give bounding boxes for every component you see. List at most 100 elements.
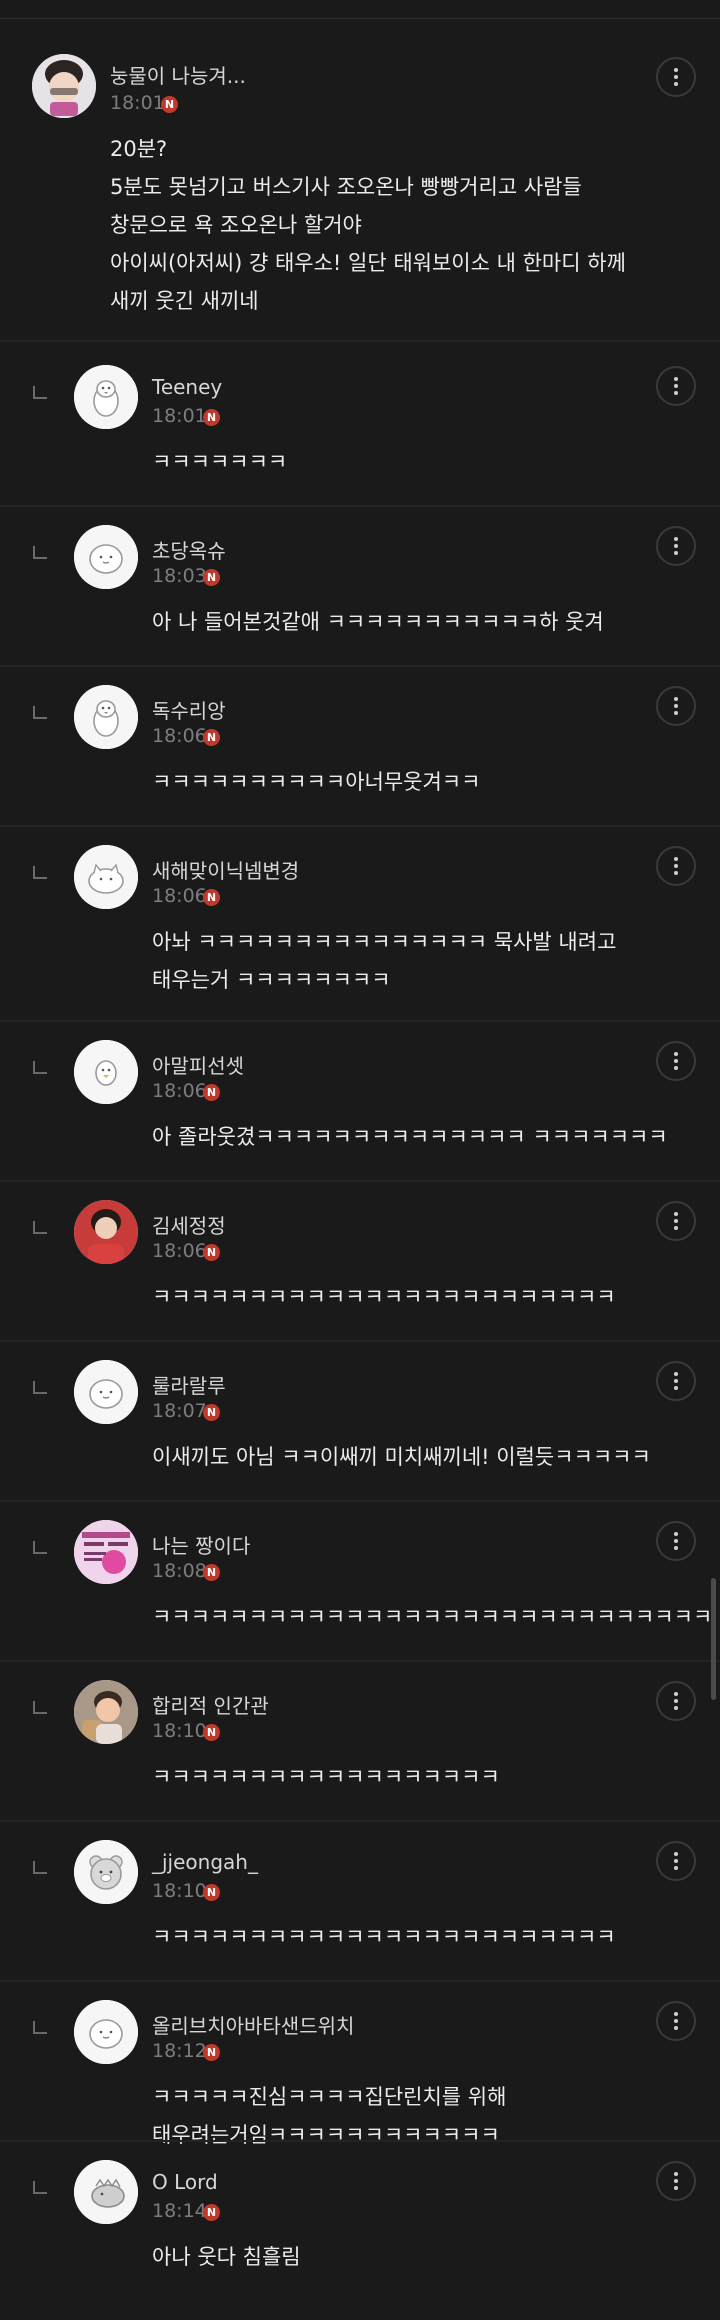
more-options-button[interactable] <box>656 686 696 726</box>
new-badge: N <box>203 569 220 586</box>
comment-line: 5분도 못넘기고 버스기사 조오온나 빵빵거리고 사람들 <box>110 175 582 199</box>
comment-body: 이새끼도 아님 ㅋㅋ이쌔끼 미치쌔끼네! 이럴듯ㅋㅋㅋㅋㅋ <box>152 1438 651 1476</box>
author-name[interactable]: 올리브치아바타샌드위치 <box>152 2010 354 2039</box>
comment-body: 아나 웃다 침흘림 <box>152 2238 301 2276</box>
new-badge: N <box>203 409 220 426</box>
avatar[interactable] <box>74 2000 138 2064</box>
comment-body: ㅋㅋㅋㅋㅋㅋㅋ <box>152 443 287 481</box>
timestamp: 18:06 <box>152 1080 207 1102</box>
author-name[interactable]: _jjeongah_ <box>152 1850 258 1874</box>
author-name[interactable]: 합리적 인간관 <box>152 1690 269 1719</box>
new-badge: N <box>203 2044 220 2061</box>
author-name[interactable]: Teeney <box>152 375 222 399</box>
more-options-button[interactable] <box>656 2001 696 2041</box>
author-name[interactable]: 아말피선셋 <box>152 1050 244 1079</box>
avatar[interactable] <box>74 365 138 429</box>
reply-arrow-icon <box>33 386 47 399</box>
author-name[interactable]: 룰라랄루 <box>152 1370 226 1399</box>
comment-line: 아 나 들어본것같애 ㅋㅋㅋㅋㅋㅋㅋㅋㅋㅋㅋ하 웃겨 <box>152 610 604 634</box>
reply-item: 새해맞이닉넴변경 18:06 N 아놔 ㅋㅋㅋㅋㅋㅋㅋㅋㅋㅋㅋㅋㅋㅋㅋ 묵사발 내려고… <box>0 825 720 1020</box>
avatar[interactable] <box>32 54 96 118</box>
comment-line: ㅋㅋㅋㅋㅋㅋㅋㅋㅋㅋㅋㅋㅋㅋㅋㅋㅋㅋㅋㅋㅋㅋㅋㅋ <box>152 1285 616 1309</box>
author-name[interactable]: 독수리앙 <box>152 695 226 724</box>
new-badge: N <box>203 729 220 746</box>
new-badge: N <box>203 2204 220 2221</box>
reply-item: 나는 짱이다 18:08 N ㅋㅋㅋㅋㅋㅋㅋㅋㅋㅋㅋㅋㅋㅋㅋㅋㅋㅋㅋㅋㅋㅋㅋㅋㅋㅋㅋㅋ… <box>0 1500 720 1660</box>
comment-line: 아이씨(아저씨) 걍 태우소! 일단 태워보이소 내 한마디 하께 <box>110 251 626 275</box>
timestamp: 18:12 <box>152 2040 207 2062</box>
comment-body: ㅋㅋㅋㅋㅋㅋㅋㅋㅋㅋ아너무웃겨ㅋㅋ <box>152 763 480 801</box>
comment-body: ㅋㅋㅋㅋㅋㅋㅋㅋㅋㅋㅋㅋㅋㅋㅋㅋㅋㅋㅋㅋㅋㅋㅋㅋ <box>152 1918 616 1956</box>
more-vertical-icon <box>674 1052 678 1070</box>
top-divider <box>0 18 720 19</box>
more-vertical-icon <box>674 1692 678 1710</box>
more-vertical-icon <box>674 377 678 395</box>
comment-line: 이새끼도 아님 ㅋㅋ이쌔끼 미치쌔끼네! 이럴듯ㅋㅋㅋㅋㅋ <box>152 1445 651 1469</box>
more-options-button[interactable] <box>656 2161 696 2201</box>
author-name[interactable]: 새해맞이닉넴변경 <box>152 855 299 884</box>
more-vertical-icon <box>674 697 678 715</box>
reply-arrow-icon <box>33 1541 47 1554</box>
author-name[interactable]: 눙물이 나능겨... <box>110 60 246 89</box>
avatar[interactable] <box>74 1840 138 1904</box>
reply-arrow-icon <box>33 2181 47 2194</box>
comment-line: ㅋㅋㅋㅋㅋㅋㅋㅋㅋㅋㅋㅋㅋㅋㅋㅋㅋㅋㅋㅋㅋㅋㅋㅋ <box>152 1925 616 1949</box>
more-options-button[interactable] <box>656 1361 696 1401</box>
reply-arrow-icon <box>33 1221 47 1234</box>
scrollbar[interactable] <box>711 1578 716 1700</box>
new-badge: N <box>203 1404 220 1421</box>
author-name[interactable]: 나는 짱이다 <box>152 1530 250 1559</box>
comment-body: ㅋㅋㅋㅋㅋㅋㅋㅋㅋㅋㅋㅋㅋㅋㅋㅋㅋㅋㅋㅋㅋㅋㅋㅋㅋㅋㅋㅋㅋ <box>152 1598 712 1636</box>
comment-line: ㅋㅋㅋㅋㅋㅋㅋ <box>152 450 288 474</box>
more-options-button[interactable] <box>656 1521 696 1561</box>
author-name[interactable]: O Lord <box>152 2170 218 2194</box>
more-options-button[interactable] <box>656 366 696 406</box>
more-options-button[interactable] <box>656 526 696 566</box>
comment-item: 눙물이 나능겨... 18:01 N 20분? 5분도 못넘기고 버스기사 조오… <box>0 40 720 340</box>
comment-body: 아놔 ㅋㅋㅋㅋㅋㅋㅋㅋㅋㅋㅋㅋㅋㅋㅋ 묵사발 내려고 태우는거 ㅋㅋㅋㅋㅋㅋㅋㅋ <box>152 923 616 999</box>
timestamp: 18:06 <box>152 885 207 907</box>
reply-arrow-icon <box>33 1701 47 1714</box>
comment-line: ㅋㅋㅋㅋㅋㅋㅋㅋㅋㅋ아너무웃겨ㅋㅋ <box>152 770 481 794</box>
more-vertical-icon <box>674 1372 678 1390</box>
reply-item: O Lord 18:14 N 아나 웃다 침흘림 <box>0 2140 720 2320</box>
timestamp: 18:10 <box>152 1720 207 1742</box>
avatar[interactable] <box>74 1040 138 1104</box>
timestamp: 18:10 <box>152 1880 207 1902</box>
more-options-button[interactable] <box>656 57 696 97</box>
timestamp: 18:03 <box>152 565 207 587</box>
comment-line: 태우는거 ㅋㅋㅋㅋㅋㅋㅋㅋ <box>152 968 391 992</box>
new-badge: N <box>203 1884 220 1901</box>
new-badge: N <box>203 889 220 906</box>
more-options-button[interactable] <box>656 1201 696 1241</box>
author-name[interactable]: 김세정정 <box>152 1210 226 1239</box>
avatar[interactable] <box>74 1680 138 1744</box>
more-options-button[interactable] <box>656 846 696 886</box>
reply-arrow-icon <box>33 1381 47 1394</box>
comment-body: 아 졸라웃겼ㅋㅋㅋㅋㅋㅋㅋㅋㅋㅋㅋㅋㅋㅋ ㅋㅋㅋㅋㅋㅋㅋ <box>152 1118 668 1156</box>
reply-arrow-icon <box>33 546 47 559</box>
avatar[interactable] <box>74 685 138 749</box>
reply-item: _jjeongah_ 18:10 N ㅋㅋㅋㅋㅋㅋㅋㅋㅋㅋㅋㅋㅋㅋㅋㅋㅋㅋㅋㅋㅋㅋㅋㅋ <box>0 1820 720 1980</box>
more-options-button[interactable] <box>656 1681 696 1721</box>
avatar[interactable] <box>74 525 138 589</box>
more-options-button[interactable] <box>656 1041 696 1081</box>
more-vertical-icon <box>674 1852 678 1870</box>
avatar[interactable] <box>74 1200 138 1264</box>
timestamp: 18:14 <box>152 2200 207 2222</box>
author-name[interactable]: 초당옥슈 <box>152 535 226 564</box>
reply-item: Teeney 18:01 N ㅋㅋㅋㅋㅋㅋㅋ <box>0 345 720 505</box>
comment-line: ㅋㅋㅋㅋㅋㅋㅋㅋㅋㅋㅋㅋㅋㅋㅋㅋㅋㅋㅋㅋㅋㅋㅋㅋㅋㅋㅋㅋㅋ <box>152 1605 713 1629</box>
timestamp: 18:07 <box>152 1400 207 1422</box>
avatar[interactable] <box>74 845 138 909</box>
avatar[interactable] <box>74 1520 138 1584</box>
reply-arrow-icon <box>33 866 47 879</box>
new-badge: N <box>161 96 178 113</box>
avatar[interactable] <box>74 2160 138 2224</box>
more-options-button[interactable] <box>656 1841 696 1881</box>
new-badge: N <box>203 1564 220 1581</box>
comment-line: 새끼 웃긴 새끼네 <box>110 289 259 313</box>
reply-item: 초당옥슈 18:03 N 아 나 들어본것같애 ㅋㅋㅋㅋㅋㅋㅋㅋㅋㅋㅋ하 웃겨 <box>0 505 720 665</box>
avatar[interactable] <box>74 1360 138 1424</box>
comment-line: 아 졸라웃겼ㅋㅋㅋㅋㅋㅋㅋㅋㅋㅋㅋㅋㅋㅋ ㅋㅋㅋㅋㅋㅋㅋ <box>152 1125 668 1149</box>
